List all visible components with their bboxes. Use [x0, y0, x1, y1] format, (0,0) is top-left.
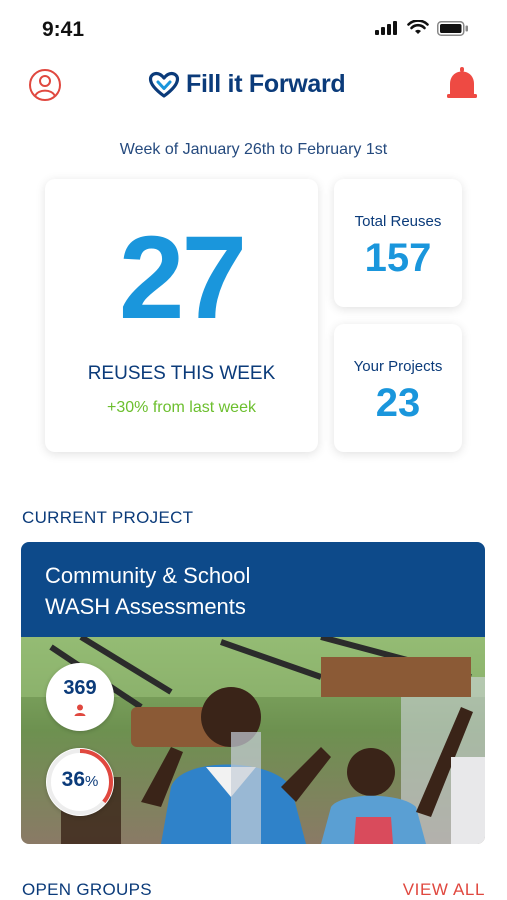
notifications-button[interactable] — [445, 66, 479, 104]
members-count: 369 — [63, 677, 97, 699]
app-header: Fill it Forward — [0, 60, 507, 116]
cellular-signal-icon — [375, 21, 397, 35]
bell-icon — [447, 67, 477, 98]
brand-logo: Fill it Forward — [148, 70, 346, 99]
view-all-link[interactable]: VIEW ALL — [403, 880, 485, 900]
status-bar: 9:41 — [0, 0, 507, 50]
progress-percent: 36% — [46, 768, 114, 792]
weekly-reuses-count: 27 — [118, 212, 247, 344]
brand-name: Fill it Forward — [186, 70, 346, 98]
open-groups-heading: OPEN GROUPS — [22, 880, 152, 899]
weekly-change-text: +30% from last week — [107, 399, 256, 416]
current-project-heading: CURRENT PROJECT — [22, 508, 194, 527]
status-time: 9:41 — [42, 18, 85, 41]
total-reuses-label: Total Reuses — [354, 213, 442, 230]
week-range-label: Week of January 26th to February 1st — [119, 141, 388, 158]
progress-badge: 36% — [46, 748, 114, 816]
progress-value: 36 — [61, 768, 85, 791]
status-icons — [375, 20, 469, 36]
your-projects-label: Your Projects — [353, 358, 443, 375]
total-reuses-count: 157 — [364, 236, 432, 280]
heart-logo-icon — [148, 71, 180, 98]
profile-button[interactable] — [28, 68, 62, 102]
current-project-card[interactable]: Community & School WASH Assessments 369 … — [21, 542, 485, 844]
your-projects-count: 23 — [375, 381, 421, 425]
progress-unit: % — [85, 773, 99, 790]
your-projects-card[interactable]: Your Projects 23 — [334, 324, 462, 452]
weekly-reuses-card[interactable]: 27 REUSES THIS WEEK +30% from last week — [45, 179, 318, 452]
total-reuses-card[interactable]: Total Reuses 157 — [334, 179, 462, 307]
battery-icon — [437, 20, 468, 36]
project-header: Community & School WASH Assessments — [21, 542, 485, 637]
user-profile-icon — [29, 69, 61, 101]
project-title: Community & School WASH Assessments — [45, 560, 250, 622]
project-title-line-1: Community & School — [45, 563, 251, 588]
members-badge: 369 — [46, 663, 114, 731]
wifi-icon — [407, 20, 429, 34]
project-title-line-2: WASH Assessments — [45, 594, 246, 619]
person-icon — [74, 704, 86, 716]
weekly-reuses-label: REUSES THIS WEEK — [87, 363, 276, 384]
